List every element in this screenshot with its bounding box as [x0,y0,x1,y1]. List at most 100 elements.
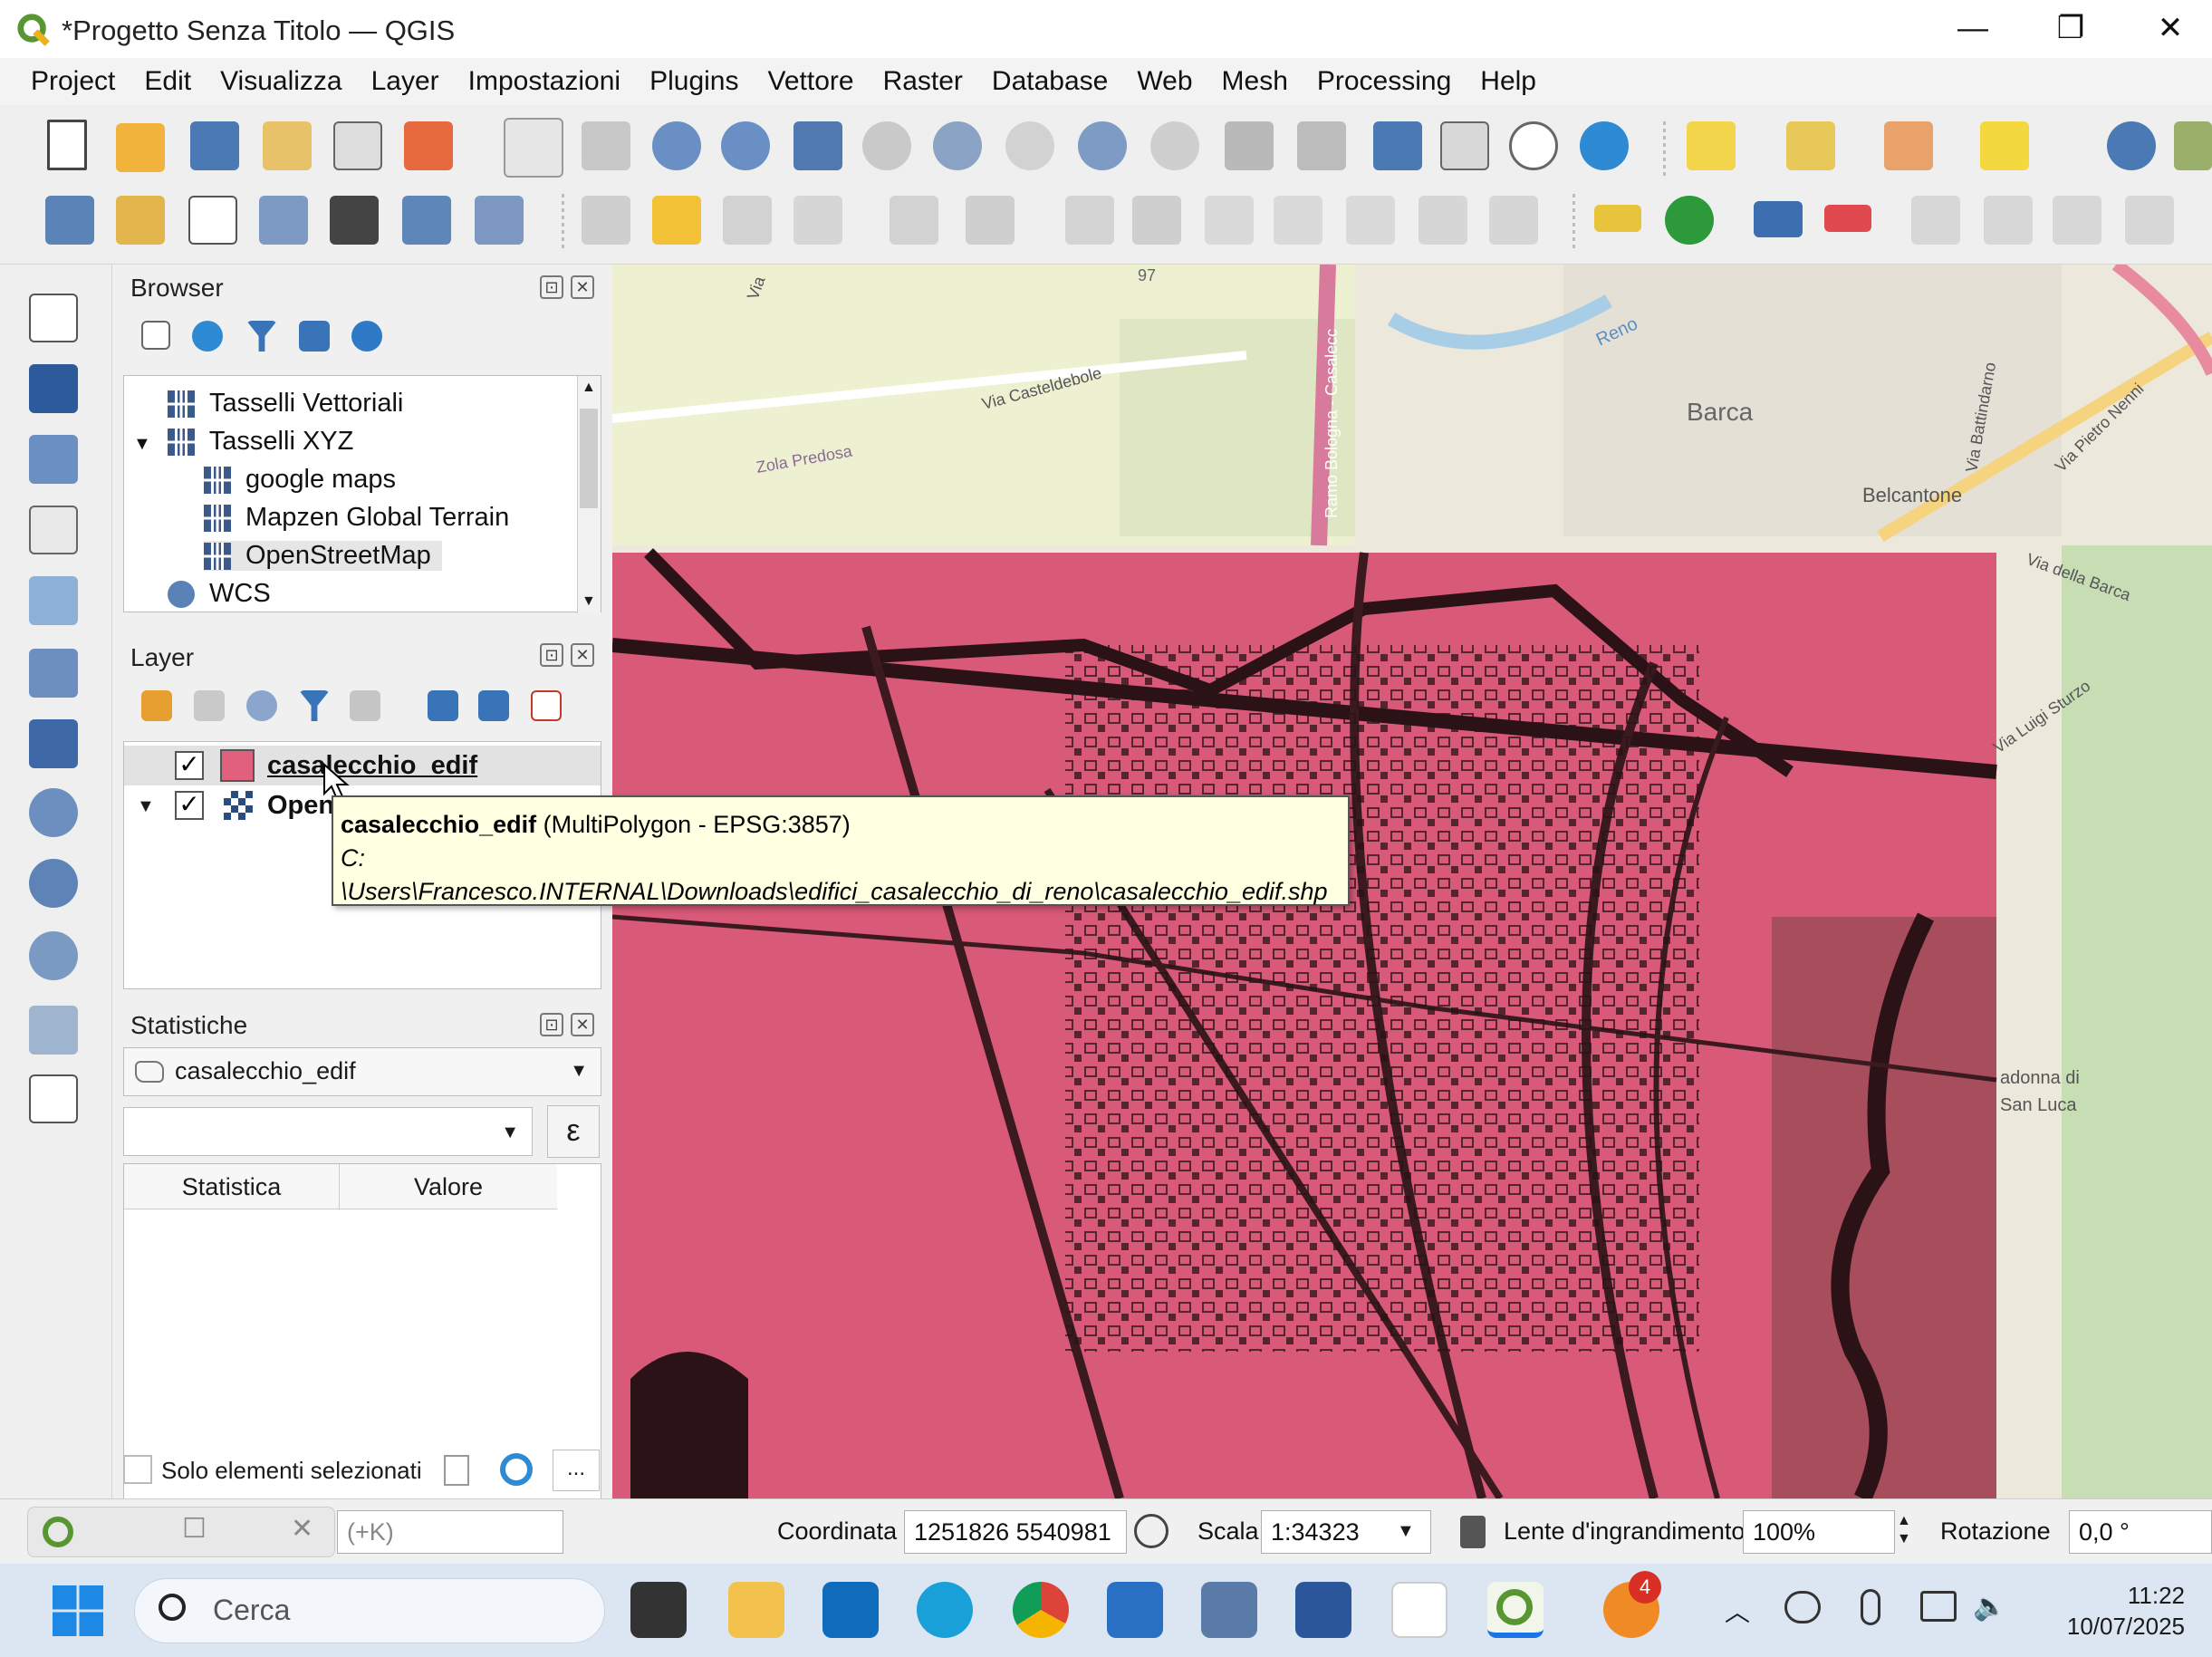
copy-features-icon[interactable] [1274,196,1322,245]
layout-manager-icon[interactable] [333,121,382,170]
layer-visibility-checkbox[interactable]: ✓ [175,791,204,820]
microphone-icon[interactable] [1861,1589,1880,1625]
scroll-thumb[interactable] [580,409,598,508]
menu-help[interactable]: Help [1480,66,1536,97]
task-view-icon[interactable] [630,1582,687,1638]
edge-icon[interactable] [917,1582,973,1638]
dropdown-arrow-icon[interactable]: ▼ [1397,1521,1415,1542]
restore-button[interactable]: ❐ [2034,5,2107,51]
redo-icon[interactable] [1489,196,1538,245]
collapse-all-icon[interactable] [478,690,509,721]
close-locator-icon[interactable]: ✕ [291,1513,313,1545]
highlight-pinned-labels-icon[interactable] [1754,201,1803,237]
volume-icon[interactable]: 🔈 [1973,1591,2006,1623]
onedrive-icon[interactable] [1784,1591,1821,1623]
more-button[interactable]: ... [553,1450,600,1491]
data-source-manager-icon[interactable] [45,196,94,245]
tray-expand-icon[interactable]: ︿ [1725,1593,1750,1629]
new-3d-view-icon[interactable] [1297,121,1346,170]
coordinate-field[interactable]: 1251826 5540981 [904,1510,1127,1554]
minimize-button[interactable]: — [1937,5,2009,51]
layer-combobox[interactable]: casalecchio_edif ▼ [123,1047,601,1096]
zoom-layer-icon[interactable] [933,121,982,170]
zoom-next-icon[interactable] [1150,121,1199,170]
open-field-calculator-icon[interactable] [2174,121,2212,170]
outlook-icon[interactable] [822,1582,879,1638]
expression-button[interactable]: ε [547,1105,600,1158]
add-vector-tile-icon[interactable] [29,1006,78,1055]
minimize-locator-icon[interactable]: ☐ [182,1513,207,1545]
menu-database[interactable]: Database [992,66,1108,97]
menu-impostazioni[interactable]: Impostazioni [468,66,620,97]
add-postgis-layer-icon[interactable] [29,719,78,768]
new-project-icon[interactable] [47,120,87,170]
app-icon[interactable] [1201,1582,1257,1638]
menu-edit[interactable]: Edit [144,66,191,97]
refresh-icon[interactable] [1580,121,1629,170]
show-bookmarks-icon[interactable] [1440,121,1489,170]
menu-layer[interactable]: Layer [371,66,439,97]
properties-icon[interactable] [351,321,382,352]
layer-symbol-swatch[interactable] [220,749,255,782]
float-panel-icon[interactable]: ⊡ [540,275,563,299]
delete-selected-icon[interactable] [1132,196,1181,245]
manage-map-themes-icon[interactable] [246,690,277,721]
close-button[interactable]: ✕ [2134,5,2207,51]
menu-vettore[interactable]: Vettore [767,66,853,97]
zoom-last-icon[interactable] [1078,121,1127,170]
open-layer-styling-icon[interactable] [141,690,172,721]
scroll-up-icon[interactable]: ▲ [582,380,596,396]
zoom-out-icon[interactable] [721,121,770,170]
current-edits-icon[interactable] [582,196,630,245]
dropdown-arrow-icon[interactable]: ▼ [570,1061,588,1082]
only-selected-checkbox[interactable] [123,1455,152,1484]
float-panel-icon[interactable]: ⊡ [540,643,563,667]
deselect-icon[interactable] [1884,121,1933,170]
add-spatialite-layer-icon[interactable] [29,576,78,625]
add-virtual-layer-icon[interactable] [29,649,78,698]
new-layer-icon[interactable] [29,1074,78,1123]
diagram-tool-icon[interactable] [1665,196,1714,245]
browser-item-google-maps[interactable]: google maps [204,465,396,495]
word-icon[interactable] [1295,1582,1351,1638]
edit-table-icon[interactable] [1065,196,1114,245]
identify-icon[interactable] [2107,121,2156,170]
pan-to-selection-icon[interactable] [582,121,630,170]
add-delimited-text-icon[interactable] [259,196,308,245]
column-header-statistic[interactable]: Statistica [124,1164,340,1209]
dropdown-arrow-icon[interactable]: ▼ [501,1122,519,1143]
paste-features-icon[interactable] [1346,196,1395,245]
temporal-controller-icon[interactable] [1509,121,1558,170]
new-bookmark-icon[interactable] [1373,121,1422,170]
google-icon[interactable] [1391,1582,1447,1638]
vertex-tool-icon[interactable] [890,196,938,245]
locator-search-input[interactable]: (+K) [337,1510,563,1554]
lock-scale-icon[interactable] [1460,1516,1486,1548]
locator-widget[interactable]: ☐ ✕ [27,1507,335,1557]
column-header-value[interactable]: Valore [340,1164,557,1209]
copy-icon[interactable] [444,1455,469,1486]
label-tool-icon[interactable] [1594,205,1641,232]
toggle-extents-icon[interactable] [1134,1514,1169,1548]
close-panel-icon[interactable]: ✕ [571,643,594,667]
taskbar-search-box[interactable]: Cerca [134,1578,605,1643]
zoom-full-icon[interactable] [793,121,842,170]
browser-item-mapzen[interactable]: Mapzen Global Terrain [204,503,509,533]
layer-name-casalecchio[interactable]: casalecchio_edif [267,751,477,781]
filter-legend-icon[interactable] [299,690,330,721]
filter-expression-icon[interactable] [350,690,380,721]
add-vector-layer-icon[interactable] [29,294,78,342]
add-raster-layer-icon[interactable] [29,364,78,413]
float-panel-icon[interactable]: ⊡ [540,1013,563,1036]
browser-item-openstreetmap[interactable]: OpenStreetMap [204,541,442,571]
filter-browser-icon[interactable] [246,321,277,352]
menu-project[interactable]: Project [31,66,115,97]
add-selected-layers-icon[interactable] [141,321,170,350]
rotate-label-icon[interactable] [2053,196,2101,245]
add-wms-icon[interactable] [402,196,451,245]
toggle-editing-icon[interactable] [652,196,701,245]
menu-visualizza[interactable]: Visualizza [220,66,342,97]
chrome-icon[interactable] [1013,1582,1069,1638]
new-print-layout-icon[interactable] [263,121,312,170]
layer-visibility-checkbox[interactable]: ✓ [175,751,204,780]
